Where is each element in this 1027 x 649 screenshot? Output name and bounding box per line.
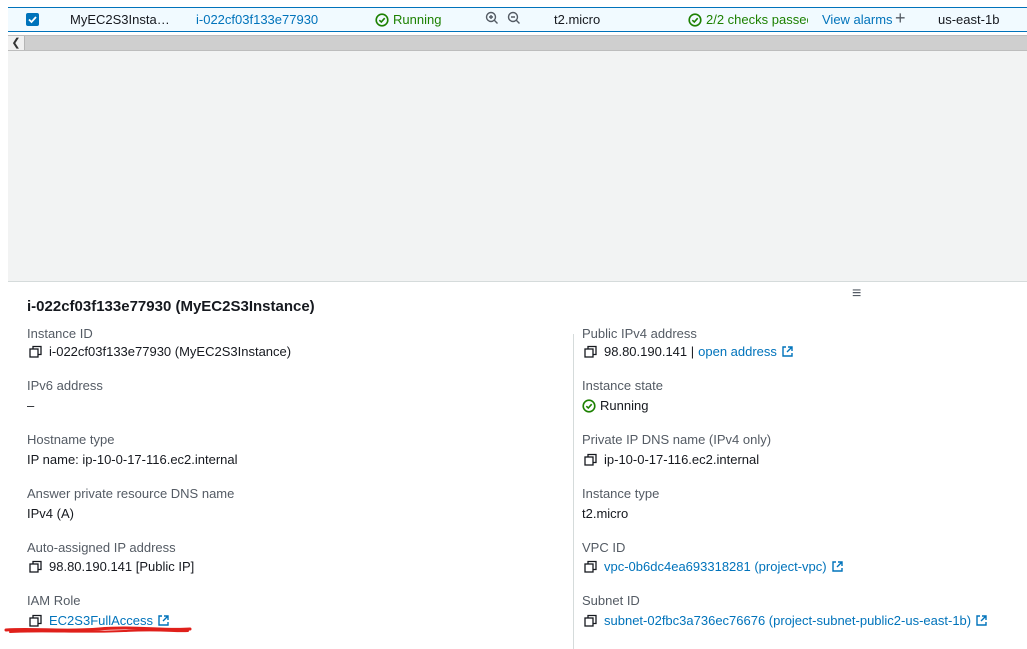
instance-id-value: i-022cf03f133e77930 (MyEC2S3Instance) bbox=[29, 344, 291, 359]
red-annotation-scribble bbox=[4, 626, 192, 633]
iam-role-label: IAM Role bbox=[27, 593, 81, 608]
instance-state-label: Instance state bbox=[582, 378, 663, 393]
details-panel-title: i-022cf03f133e77930 (MyEC2S3Instance) bbox=[27, 298, 315, 315]
dns-record-value: IPv4 (A) bbox=[27, 506, 74, 521]
drag-handle-icon[interactable]: ≡ bbox=[852, 285, 861, 303]
ipv6-value: – bbox=[27, 398, 35, 413]
subnet-id-value: subnet-02fbc3a736ec76676 (project-subnet… bbox=[584, 613, 988, 628]
copy-icon[interactable] bbox=[584, 560, 598, 574]
instance-state-value: Running bbox=[582, 398, 648, 413]
external-link-icon[interactable] bbox=[831, 560, 844, 573]
open-address-link[interactable]: open address bbox=[698, 344, 777, 359]
auto-ip-value: 98.80.190.141 [Public IP] bbox=[29, 559, 194, 574]
auto-ip-label: Auto-assigned IP address bbox=[27, 540, 176, 555]
auto-ip-text: 98.80.190.141 [Public IP] bbox=[49, 559, 195, 574]
vpc-id-label: VPC ID bbox=[582, 540, 626, 555]
hostname-type-value: IP name: ip-10-0-17-116.ec2.internal bbox=[27, 452, 238, 467]
instance-state-cell: Running bbox=[375, 12, 441, 27]
row-checkbox[interactable] bbox=[26, 13, 39, 26]
subnet-id-label: Subnet ID bbox=[582, 593, 640, 608]
check-circle-icon bbox=[582, 398, 596, 413]
vpc-id-link[interactable]: vpc-0b6dc4ea693318281 (project-vpc) bbox=[604, 559, 827, 574]
instance-type-label: Instance type bbox=[582, 486, 660, 501]
column-divider bbox=[573, 334, 574, 649]
hostname-type-label: Hostname type bbox=[27, 432, 115, 447]
public-ipv4-value: 98.80.190.141 | open address bbox=[584, 344, 794, 359]
add-alarm-icon[interactable]: + bbox=[895, 9, 906, 27]
instance-table-row[interactable]: MyEC2S3Insta… i-022cf03f133e77930 Runnin… bbox=[8, 7, 1027, 32]
check-circle-icon bbox=[375, 12, 389, 27]
instance-id-label: Instance ID bbox=[27, 326, 93, 341]
subnet-id-link[interactable]: subnet-02fbc3a736ec76676 (project-subnet… bbox=[604, 613, 971, 628]
private-dns-value: ip-10-0-17-116.ec2.internal bbox=[584, 452, 759, 467]
instance-id-text: i-022cf03f133e77930 (MyEC2S3Instance) bbox=[49, 344, 292, 359]
availability-zone-cell: us-east-1b bbox=[938, 12, 1000, 27]
instance-type-value: t2.micro bbox=[582, 506, 629, 521]
instance-name-cell: MyEC2S3Insta… bbox=[70, 12, 170, 27]
copy-icon[interactable] bbox=[584, 453, 598, 467]
instance-id-link[interactable]: i-022cf03f133e77930 bbox=[196, 12, 318, 27]
external-link-icon[interactable] bbox=[781, 345, 794, 358]
split-panel-divider bbox=[8, 281, 1027, 282]
vpc-id-value: vpc-0b6dc4ea693318281 (project-vpc) bbox=[584, 559, 844, 574]
instance-type-cell: t2.micro bbox=[554, 12, 601, 27]
copy-icon[interactable] bbox=[584, 614, 598, 628]
private-dns-text: ip-10-0-17-116.ec2.internal bbox=[604, 452, 760, 467]
zoom-in-icon[interactable] bbox=[485, 11, 499, 28]
status-check-label: 2/2 checks passec bbox=[706, 12, 808, 27]
ipv6-label: IPv6 address bbox=[27, 378, 103, 393]
copy-icon[interactable] bbox=[29, 345, 43, 359]
external-link-icon[interactable] bbox=[975, 614, 988, 627]
scroll-left-arrow-icon[interactable]: ❮ bbox=[8, 36, 25, 50]
dns-record-label: Answer private resource DNS name bbox=[27, 486, 235, 501]
public-ipv4-text: 98.80.190.141 | bbox=[604, 344, 695, 359]
view-alarms-link[interactable]: View alarms bbox=[822, 12, 893, 27]
zoom-out-icon[interactable] bbox=[507, 11, 521, 28]
table-empty-area bbox=[8, 51, 1027, 281]
status-check-cell: 2/2 checks passec bbox=[688, 12, 808, 27]
public-ipv4-label: Public IPv4 address bbox=[582, 326, 697, 341]
horizontal-scrollbar[interactable]: ❮ bbox=[8, 35, 1027, 51]
private-dns-label: Private IP DNS name (IPv4 only) bbox=[582, 432, 772, 447]
instance-state-text: Running bbox=[600, 398, 649, 413]
instance-state-label: Running bbox=[393, 12, 442, 27]
check-circle-icon bbox=[688, 12, 702, 27]
copy-icon[interactable] bbox=[584, 345, 598, 359]
copy-icon[interactable] bbox=[29, 560, 43, 574]
